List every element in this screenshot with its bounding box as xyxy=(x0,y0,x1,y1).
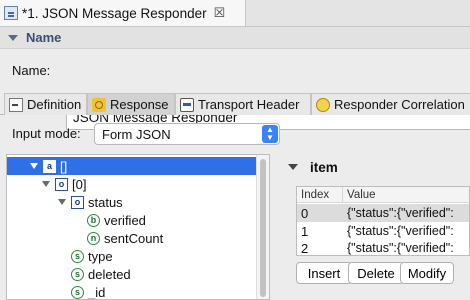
expand-twisty-icon[interactable] xyxy=(57,197,67,207)
name-row: Name: JSON Message Responder xyxy=(0,49,470,130)
array-type-icon: a xyxy=(43,159,56,173)
editor-tabbar-empty xyxy=(246,0,470,27)
tab-definition-label: Definition xyxy=(27,97,82,112)
tree-node-type[interactable]: s type xyxy=(7,247,258,265)
tree-node-label: [] xyxy=(60,158,68,174)
close-icon[interactable]: ☒ xyxy=(214,5,226,21)
tree-node-verified[interactable]: b verified xyxy=(7,211,258,229)
string-type-icon: s xyxy=(71,285,84,299)
json-tree[interactable]: a [] o [0] o status b verified n sentCou… xyxy=(6,154,270,300)
tab-response-label: Response xyxy=(110,97,169,112)
object-type-icon: o xyxy=(55,177,68,191)
definition-icon xyxy=(9,97,23,112)
tree-node-deleted[interactable]: s deleted xyxy=(7,265,258,283)
editor-icon xyxy=(4,6,18,20)
row-value: {"status":{"verified": xyxy=(347,224,454,238)
name-label: Name: xyxy=(12,63,51,78)
input-mode-value: Form JSON xyxy=(102,126,171,142)
tree-node-label: verified xyxy=(104,212,146,228)
item-section-title: item xyxy=(310,159,338,175)
expand-twisty-icon[interactable] xyxy=(41,179,51,189)
tree-node-status[interactable]: o status xyxy=(7,193,258,211)
tree-scrollbar[interactable] xyxy=(256,155,269,299)
row-index: 0 xyxy=(301,205,309,221)
input-mode-row: Input mode: Form JSON ▲ ▼ xyxy=(0,116,470,150)
string-type-icon: s xyxy=(71,249,84,263)
insert-button[interactable]: Insert xyxy=(296,262,352,284)
table-row[interactable]: 0 {"status":{"verified": xyxy=(297,204,469,222)
tree-node-label: deleted xyxy=(88,266,131,282)
expand-twisty-icon[interactable] xyxy=(29,161,39,171)
tree-node-id[interactable]: s _id xyxy=(7,283,258,300)
chevron-down-icon[interactable] xyxy=(8,34,18,41)
tab-transport-header[interactable]: Transport Header xyxy=(175,93,311,115)
table-row[interactable]: 2 {"status":{"verified": xyxy=(297,239,469,256)
correlation-icon xyxy=(316,97,330,112)
tree-node-item-0[interactable]: o [0] xyxy=(7,175,258,193)
row-index: 2 xyxy=(301,240,309,256)
item-table[interactable]: Index Value 0 {"status":{"verified": 1 {… xyxy=(296,186,470,256)
tab-responder-correlation[interactable]: Responder Correlation xyxy=(311,93,470,115)
row-index: 1 xyxy=(301,223,309,239)
row-value: {"status":{"verified": xyxy=(347,241,454,255)
tab-response[interactable]: Response xyxy=(87,93,175,115)
tree-node-label: type xyxy=(88,248,113,264)
table-row[interactable]: 1 {"status":{"verified": xyxy=(297,222,469,240)
select-arrows-icon[interactable]: ▲ ▼ xyxy=(262,125,278,143)
tree-node-label: status xyxy=(88,194,123,210)
name-section-title: Name xyxy=(26,30,62,45)
tree-node-label: [0] xyxy=(72,176,87,192)
boolean-type-icon: b xyxy=(87,213,100,227)
tree-node-sentcount[interactable]: n sentCount xyxy=(7,229,258,247)
column-header-value[interactable]: Value xyxy=(343,187,469,203)
input-mode-select[interactable]: Form JSON ▲ ▼ xyxy=(94,123,280,145)
input-mode-label: Input mode: xyxy=(12,126,81,141)
name-section-header[interactable]: Name xyxy=(0,27,470,49)
editor-tab[interactable]: *1. JSON Message Responder ☒ xyxy=(0,0,246,27)
object-type-icon: o xyxy=(71,195,84,209)
responder-tabs: Definition Response Transport Header Res… xyxy=(0,91,470,115)
tab-correlation-label: Responder Correlation xyxy=(334,97,465,112)
editor-tab-title: *1. JSON Message Responder xyxy=(22,5,207,21)
string-type-icon: s xyxy=(71,267,84,281)
delete-button[interactable]: Delete xyxy=(348,262,404,284)
tree-node-root-array[interactable]: a [] xyxy=(7,157,258,175)
tab-definition[interactable]: Definition xyxy=(4,93,87,115)
row-value: {"status":{"verified": xyxy=(347,206,454,220)
tree-scrollbar-thumb[interactable] xyxy=(260,159,266,297)
response-icon xyxy=(92,97,106,112)
tree-node-label: sentCount xyxy=(104,230,164,246)
tab-transport-label: Transport Header xyxy=(198,97,300,112)
chevron-down-icon[interactable] xyxy=(288,164,298,170)
number-type-icon: n xyxy=(87,231,100,245)
tree-node-label: _id xyxy=(88,284,106,300)
item-panel: item Index Value 0 {"status":{"verified"… xyxy=(282,150,470,300)
item-section-header[interactable]: item xyxy=(282,156,470,178)
modify-button[interactable]: Modify xyxy=(400,262,454,284)
column-header-index[interactable]: Index xyxy=(297,187,343,203)
transport-icon xyxy=(180,97,194,112)
